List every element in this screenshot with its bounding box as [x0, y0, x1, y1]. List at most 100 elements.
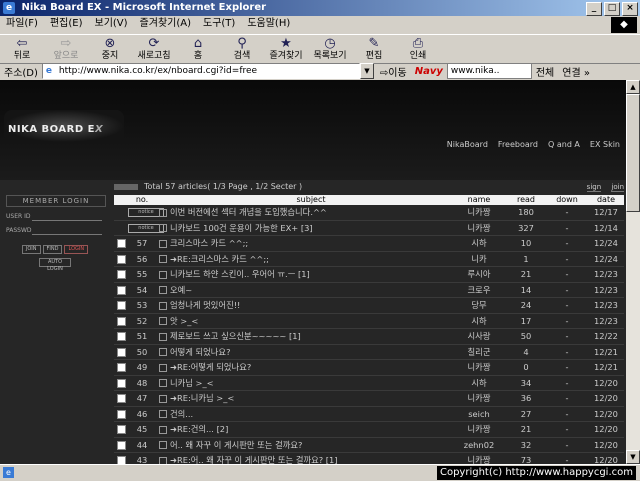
- table-row[interactable]: 57 크리스마스 카드 ^^;; 시하 10 - 12/24: [114, 236, 624, 252]
- board-logo[interactable]: NIKA BOARD EX: [8, 124, 103, 135]
- row-checkbox[interactable]: [116, 316, 126, 326]
- user-id-input[interactable]: [32, 212, 102, 221]
- menu-edit[interactable]: 편집(E): [44, 16, 89, 32]
- password-input[interactable]: [32, 226, 102, 235]
- row-subject[interactable]: 엄청나게 멋있어진!!: [170, 298, 452, 313]
- find-button[interactable]: FIND: [42, 245, 63, 254]
- nav-nikaboard[interactable]: NikaBoard: [447, 140, 488, 149]
- nav-qanda[interactable]: Q and A: [548, 140, 580, 149]
- row-checkbox[interactable]: [116, 363, 126, 372]
- row-checkbox[interactable]: [116, 394, 126, 403]
- print-button[interactable]: ⎙ 인쇄: [396, 37, 440, 62]
- join-link[interactable]: join: [611, 183, 624, 192]
- search-button[interactable]: ⚲ 검색: [220, 37, 264, 62]
- table-row[interactable]: 55 니카보드 하얀 스킨이.. 우어어 ㅠ.ㅡ [1] 루시아 21 - 12/23: [114, 267, 624, 283]
- row-subject[interactable]: 어.. 왜 자꾸 이 게시판만 또는 걸까요?: [170, 438, 452, 453]
- toolbar-search-input[interactable]: www.nika..: [446, 63, 532, 79]
- table-row[interactable]: 48 니카님 >_< 시하 34 - 12/20: [114, 376, 624, 391]
- row-subject[interactable]: 앗 >_<: [170, 314, 452, 329]
- table-row[interactable]: 45 ➜RE:건의... [2] 니카짱 21 - 12/20: [114, 422, 624, 438]
- scroll-down-icon[interactable]: ▼: [626, 450, 640, 464]
- row-checkbox[interactable]: [116, 409, 126, 419]
- row-subject[interactable]: 니카보드 하얀 스킨이.. 우어어 ㅠ.ㅡ [1]: [170, 267, 452, 282]
- row-subject[interactable]: ➜RE:크리스마스 카드 ^^;;: [170, 252, 452, 267]
- row-checkbox[interactable]: [116, 301, 126, 310]
- nav-exskin[interactable]: EX Skin: [590, 140, 620, 149]
- go-button[interactable]: ⇨이동: [380, 64, 407, 79]
- address-dropdown-icon[interactable]: ▼: [359, 63, 374, 79]
- row-subject[interactable]: ➜RE:어.. 왜 자꾸 이 게시판만 또는 걸까요? [1]: [170, 453, 452, 464]
- table-row[interactable]: 46 건의... seich 27 - 12/20: [114, 407, 624, 422]
- row-subject[interactable]: ➜RE:어떻게 되었나요?: [170, 360, 452, 375]
- row-subject[interactable]: ➜RE:니카님 >_<: [170, 391, 452, 406]
- col-no[interactable]: no.: [128, 195, 156, 205]
- row-author[interactable]: 니카짱: [452, 453, 506, 464]
- row-author[interactable]: 니카짱: [452, 391, 506, 406]
- row-subject[interactable]: 이번 버전에선 섹터 개념을 도입했습니다.^^: [170, 205, 452, 220]
- table-row[interactable]: 52 앗 >_< 시하 17 - 12/23: [114, 314, 624, 329]
- row-author[interactable]: 니카짱: [452, 360, 506, 375]
- home-button[interactable]: ⌂ 홈: [176, 37, 220, 62]
- row-author[interactable]: 니카: [452, 252, 506, 267]
- table-row[interactable]: 51 제로보드 쓰고 싶으신분~~~~~ [1] 시사랑 50 - 12/22: [114, 329, 624, 345]
- row-checkbox[interactable]: [116, 270, 126, 279]
- table-row[interactable]: notice 니카보드 100건 운용이 가능한 EX+ [3] 니카짱 327 - 12…: [114, 221, 624, 236]
- links-button[interactable]: 연결 »: [562, 64, 590, 79]
- history-button[interactable]: ◷ 목록보기: [308, 37, 352, 62]
- sign-link[interactable]: sign: [586, 183, 602, 192]
- auto-login-button[interactable]: AUTO LOGIN: [39, 258, 71, 272]
- row-subject[interactable]: 건의...: [170, 407, 452, 422]
- menu-help[interactable]: 도움말(H): [241, 16, 296, 32]
- row-subject[interactable]: 오예~: [170, 283, 452, 298]
- table-row[interactable]: 54 오예~ 크로우 14 - 12/23: [114, 283, 624, 298]
- menu-file[interactable]: 파일(F): [0, 16, 44, 32]
- row-author[interactable]: 시하: [452, 236, 506, 251]
- row-checkbox[interactable]: [116, 254, 126, 264]
- edit-button[interactable]: ✎ 편집: [352, 37, 396, 62]
- minimize-button[interactable]: _: [586, 2, 602, 16]
- row-checkbox[interactable]: [116, 332, 126, 341]
- row-checkbox[interactable]: [116, 378, 126, 388]
- col-name[interactable]: name: [452, 195, 506, 205]
- row-author[interactable]: seich: [452, 407, 506, 422]
- row-author[interactable]: 칠리군: [452, 345, 506, 360]
- join-button[interactable]: JOIN: [21, 245, 41, 254]
- menu-view[interactable]: 보기(V): [89, 16, 134, 32]
- refresh-button[interactable]: ⟳ 새로고침: [132, 37, 176, 62]
- row-checkbox[interactable]: [116, 239, 126, 248]
- row-author[interactable]: 크로우: [452, 283, 506, 298]
- vertical-scrollbar[interactable]: ▲ ▼: [626, 80, 640, 464]
- favorites-button[interactable]: ★ 즐겨찾기: [264, 37, 308, 62]
- address-input[interactable]: http://www.nika.co.kr/ex/nboard.cgi?id=f…: [41, 63, 360, 79]
- col-down[interactable]: down: [546, 195, 588, 205]
- row-author[interactable]: 시사랑: [452, 329, 506, 344]
- row-author[interactable]: 루시아: [452, 267, 506, 282]
- row-subject[interactable]: ➜RE:건의... [2]: [170, 422, 452, 437]
- row-checkbox[interactable]: [116, 425, 126, 434]
- table-row[interactable]: 56 ➜RE:크리스마스 카드 ^^;; 니카 1 - 12/24: [114, 252, 624, 267]
- row-author[interactable]: 니카짱: [452, 205, 506, 220]
- row-author[interactable]: 시하: [452, 376, 506, 391]
- col-subject[interactable]: subject: [170, 195, 452, 205]
- row-author[interactable]: 니카짱: [452, 221, 506, 236]
- login-button[interactable]: LOGIN: [64, 245, 89, 254]
- scroll-thumb[interactable]: [626, 94, 640, 212]
- back-button[interactable]: ⇦ 뒤로: [0, 37, 44, 62]
- table-row[interactable]: 53 엄청나게 멋있어진!! 당무 24 - 12/23: [114, 298, 624, 314]
- row-author[interactable]: 니카짱: [452, 422, 506, 437]
- row-author[interactable]: 시하: [452, 314, 506, 329]
- row-author[interactable]: zehn02: [452, 438, 506, 453]
- row-subject[interactable]: 크리스마스 카드 ^^;;: [170, 236, 452, 251]
- col-date[interactable]: date: [588, 195, 624, 205]
- table-row[interactable]: notice 이번 버전에선 섹터 개념을 도입했습니다.^^ 니카짱 180 - 12/…: [114, 205, 624, 221]
- row-checkbox[interactable]: [116, 440, 126, 450]
- table-row[interactable]: 44 어.. 왜 자꾸 이 게시판만 또는 걸까요? zehn02 32 - 12/20: [114, 438, 624, 453]
- table-row[interactable]: 49 ➜RE:어떻게 되었나요? 니카짱 0 - 12/21: [114, 360, 624, 376]
- maximize-button[interactable]: □: [604, 2, 620, 16]
- forward-button[interactable]: ⇨ 앞으로: [44, 37, 88, 62]
- row-checkbox[interactable]: [116, 285, 126, 295]
- row-checkbox[interactable]: [116, 456, 126, 464]
- menu-favorites[interactable]: 즐겨찾기(A): [134, 16, 197, 32]
- close-button[interactable]: ×: [622, 2, 638, 16]
- table-row[interactable]: 43 ➜RE:어.. 왜 자꾸 이 게시판만 또는 걸까요? [1] 니카짱 73 - 1…: [114, 453, 624, 464]
